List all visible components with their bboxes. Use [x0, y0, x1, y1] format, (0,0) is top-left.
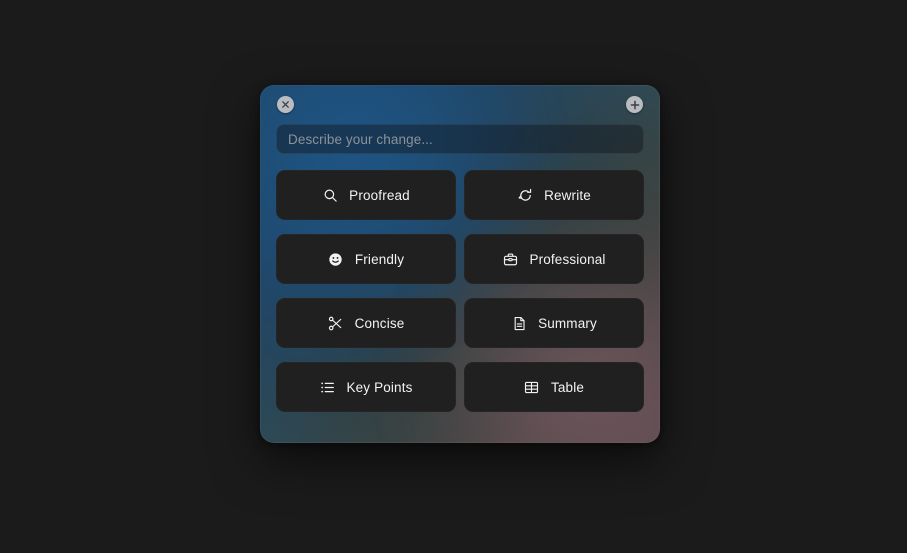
- action-button-friendly[interactable]: Friendly: [276, 234, 456, 284]
- action-label: Key Points: [346, 379, 413, 395]
- action-label: Summary: [538, 315, 597, 331]
- action-label: Professional: [529, 251, 606, 267]
- action-button-concise[interactable]: Concise: [276, 298, 456, 348]
- action-label: Proofread: [349, 187, 410, 203]
- action-button-key-points[interactable]: Key Points: [276, 362, 456, 412]
- add-button[interactable]: [626, 96, 643, 113]
- action-button-table[interactable]: Table: [464, 362, 644, 412]
- panel-titlebar: [276, 85, 644, 124]
- action-button-professional[interactable]: Professional: [464, 234, 644, 284]
- action-button-proofread[interactable]: Proofread: [276, 170, 456, 220]
- plus-icon: [630, 100, 640, 110]
- describe-change-input[interactable]: [276, 124, 644, 154]
- search-icon: [322, 187, 338, 203]
- action-label: Concise: [354, 315, 405, 331]
- close-button[interactable]: [277, 96, 294, 113]
- bullet-list-icon: [319, 379, 335, 395]
- table-grid-icon: [524, 379, 540, 395]
- action-button-summary[interactable]: Summary: [464, 298, 644, 348]
- document-icon: [511, 315, 527, 331]
- smiley-face-icon: [328, 251, 344, 267]
- prompt-field-wrapper: [276, 124, 644, 154]
- refresh-icon: [517, 187, 533, 203]
- action-label: Table: [550, 379, 585, 395]
- scissors-icon: [328, 315, 344, 331]
- briefcase-icon: [502, 251, 518, 267]
- ai-writing-assistant-popover: Proofread Rewrite: [260, 85, 660, 443]
- action-button-grid: Proofread Rewrite Friendly Professional …: [276, 170, 644, 412]
- action-button-rewrite[interactable]: Rewrite: [464, 170, 644, 220]
- action-label: Rewrite: [544, 187, 591, 203]
- close-icon: [281, 100, 290, 109]
- action-label: Friendly: [354, 251, 405, 267]
